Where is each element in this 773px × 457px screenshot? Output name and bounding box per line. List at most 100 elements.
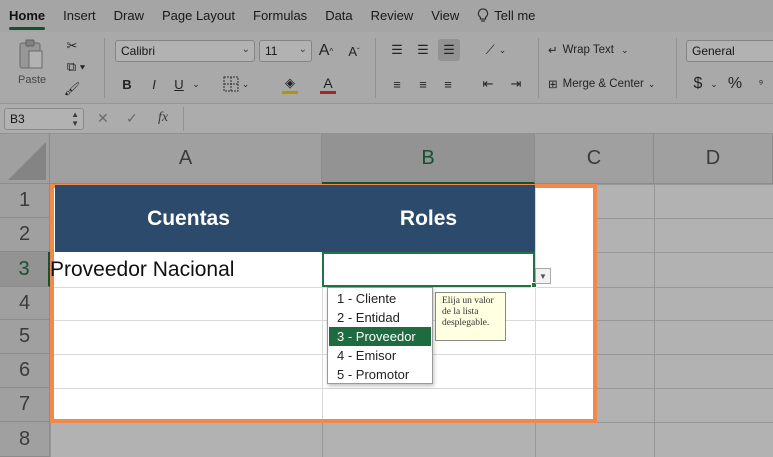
ribbon: Paste ✂ ⧉ ▾ 🖌 Calibri ⌄ 11 ⌄ A ^ Aˇ B I U…: [0, 32, 773, 104]
paste-label: Paste: [18, 74, 47, 86]
row-header-2[interactable]: 2: [0, 218, 50, 252]
align-left-icon[interactable]: ≡: [387, 74, 407, 94]
tooltip-line: desplegable.: [442, 318, 490, 328]
wrap-text-icon: ↵: [548, 45, 558, 57]
increase-indent-icon[interactable]: ⇥: [506, 74, 526, 94]
tab-home[interactable]: Home: [0, 0, 54, 32]
clipboard-icon: [19, 39, 43, 69]
formula-bar: B3 ▲ ▼ ✕ ✓ fx: [0, 104, 773, 134]
font-name-value: Calibri: [121, 44, 156, 58]
column-header-a[interactable]: A: [50, 134, 322, 184]
column-header-c[interactable]: C: [535, 134, 654, 184]
percent-button[interactable]: %: [726, 74, 744, 94]
dropdown-option-2[interactable]: 2 - Entidad: [328, 308, 432, 327]
insert-function-icon[interactable]: fx: [158, 110, 168, 126]
align-top-icon[interactable]: ☰: [387, 40, 407, 60]
tab-view[interactable]: View: [422, 0, 468, 32]
orientation-button[interactable]: ⟋ ⌄: [478, 40, 514, 60]
comma-style-icon[interactable]: ⁹: [750, 74, 772, 94]
tab-formulas[interactable]: Formulas: [244, 0, 316, 32]
align-center-icon[interactable]: ≡: [413, 74, 433, 94]
format-painter-icon[interactable]: 🖌: [62, 80, 82, 98]
select-all-corner[interactable]: [0, 134, 50, 184]
row-header-1[interactable]: 1: [0, 184, 50, 218]
borders-button[interactable]: ⌄: [220, 74, 252, 94]
cell-a1-cuentas[interactable]: Cuentas: [55, 185, 322, 252]
grow-font-button[interactable]: A ^: [316, 40, 336, 62]
tab-data[interactable]: Data: [316, 0, 361, 32]
merge-center-button[interactable]: ⊞ Merge & Center ⌄: [548, 74, 668, 94]
number-format-value: General: [692, 44, 735, 58]
tab-draw[interactable]: Draw: [105, 0, 153, 32]
row-header-7[interactable]: 7: [0, 388, 50, 422]
font-name-select[interactable]: Calibri ⌄: [115, 40, 255, 62]
tab-insert[interactable]: Insert: [54, 0, 105, 32]
font-color-swatch: [320, 90, 336, 94]
validation-dropdown-button[interactable]: ▼: [535, 268, 551, 284]
ribbon-separator: [676, 38, 677, 98]
tooltip-line: Elija un valor: [442, 296, 494, 306]
underline-button[interactable]: U: [170, 74, 188, 94]
tab-page-layout[interactable]: Page Layout: [153, 0, 244, 32]
grow-font-label: A: [318, 42, 330, 59]
currency-button[interactable]: $: [690, 74, 706, 94]
dropdown-option-3[interactable]: 3 - Proveedor: [329, 327, 431, 346]
row-header-8[interactable]: 8: [0, 422, 50, 457]
name-box[interactable]: B3 ▲ ▼: [4, 108, 84, 130]
paint-bucket-icon: ◈: [285, 74, 295, 90]
ribbon-separator: [104, 38, 105, 98]
font-size-select[interactable]: 11 ⌄: [259, 40, 312, 62]
orientation-icon: ⟋: [485, 42, 495, 57]
borders-icon: [223, 76, 239, 92]
row-header-5[interactable]: 5: [0, 320, 50, 354]
align-middle-icon[interactable]: ☰: [413, 40, 433, 60]
cancel-icon[interactable]: ✕: [97, 110, 109, 127]
decrease-indent-icon[interactable]: ⇤: [478, 74, 498, 94]
chevron-down-icon[interactable]: ⌄: [190, 76, 202, 92]
paste-button[interactable]: [14, 38, 48, 72]
input-message-tooltip: Elija un valor de la lista desplegable.: [435, 292, 506, 341]
row-header-3[interactable]: 3: [0, 252, 50, 287]
dropdown-option-5[interactable]: 5 - Promotor: [328, 365, 432, 384]
cell-a3[interactable]: Proveedor Nacional: [50, 253, 322, 286]
bold-button[interactable]: B: [118, 74, 136, 94]
chevron-down-icon[interactable]: ⌄: [708, 76, 720, 92]
font-color-icon: A: [323, 74, 333, 91]
column-header-d[interactable]: D: [654, 134, 773, 184]
row-header-4[interactable]: 4: [0, 287, 50, 320]
fill-color-button[interactable]: ◈: [274, 72, 306, 96]
tell-me-label: Tell me: [494, 8, 536, 23]
name-box-value: B3: [10, 112, 25, 126]
cell-b3-selected[interactable]: [322, 252, 535, 287]
cell-b1-roles[interactable]: Roles: [322, 185, 535, 252]
copy-icon[interactable]: ⧉ ▾: [60, 58, 92, 76]
align-right-icon[interactable]: ≡: [438, 74, 458, 94]
chevron-down-icon: ⌄: [241, 44, 250, 55]
tab-review[interactable]: Review: [362, 0, 423, 32]
wrap-text-label: Wrap Text: [562, 44, 614, 56]
cut-icon[interactable]: ✂: [62, 37, 82, 55]
enter-icon[interactable]: ✓: [126, 110, 138, 127]
align-bottom-icon[interactable]: ☰: [438, 39, 460, 61]
row-header-6[interactable]: 6: [0, 354, 50, 388]
dropdown-option-4[interactable]: 4 - Emisor: [328, 346, 432, 365]
shrink-font-label: A: [348, 43, 357, 59]
chevron-down-icon: ▼: [539, 271, 547, 281]
chevron-down-icon: ⌄: [298, 44, 307, 55]
shrink-font-button[interactable]: Aˇ: [344, 40, 364, 62]
font-color-button[interactable]: A: [312, 72, 344, 96]
column-header-b[interactable]: B: [322, 134, 535, 184]
ribbon-separator: [375, 38, 376, 98]
merge-center-label: Merge & Center: [562, 78, 644, 90]
fill-color-swatch: [282, 90, 298, 94]
name-box-spinner-icon[interactable]: ▲ ▼: [71, 110, 79, 128]
number-format-select[interactable]: General: [686, 40, 773, 62]
wrap-text-button[interactable]: ↵ Wrap Text ⌄: [548, 40, 648, 60]
lightbulb-icon: [478, 8, 489, 22]
tell-me-search[interactable]: Tell me: [468, 0, 544, 32]
validation-dropdown-list: 1 - Cliente 2 - Entidad 3 - Proveedor 4 …: [327, 287, 433, 384]
dropdown-option-1[interactable]: 1 - Cliente: [328, 289, 432, 308]
tooltip-line: de la lista: [442, 307, 479, 317]
menu-bar: Home Insert Draw Page Layout Formulas Da…: [0, 0, 773, 32]
italic-button[interactable]: I: [145, 74, 163, 94]
